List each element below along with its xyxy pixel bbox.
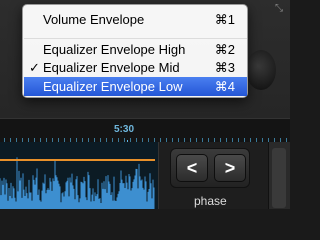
menu-item-eq-high[interactable]: Equalizer Envelope High ⌘2	[24, 40, 247, 59]
previous-button[interactable]: <	[176, 154, 208, 182]
menu-separator	[24, 38, 247, 39]
knob-control[interactable]	[246, 50, 276, 90]
menu-item-eq-mid[interactable]: ✓ Equalizer Envelope Mid ⌘3	[24, 58, 247, 77]
envelope-line[interactable]	[0, 159, 155, 161]
waveform-display[interactable]	[0, 142, 158, 209]
menu-item-label: Volume Envelope	[43, 12, 145, 27]
check-icon: ✓	[29, 60, 40, 75]
resize-icon[interactable]: ⤡	[273, 3, 285, 15]
menu-item-shortcut: ⌘3	[214, 60, 235, 75]
menu-item-shortcut: ⌘1	[214, 12, 235, 27]
menu-item-shortcut: ⌘2	[214, 42, 235, 57]
envelope-menu: Volume Envelope ⌘1 Equalizer Envelope Hi…	[22, 4, 248, 98]
timeline-time-label: 5:30	[114, 124, 135, 135]
next-button[interactable]: >	[214, 154, 246, 182]
menu-item-label: Equalizer Envelope Mid	[43, 60, 180, 75]
menu-item-eq-low[interactable]: Equalizer Envelope Low ⌘4	[24, 77, 247, 96]
menu-item-volume-envelope[interactable]: Volume Envelope ⌘1	[24, 10, 247, 29]
phase-label: phase	[194, 194, 227, 208]
menu-item-label: Equalizer Envelope Low	[43, 79, 183, 94]
menu-item-shortcut: ⌘4	[214, 79, 235, 94]
waveform-graphic	[0, 157, 155, 209]
menu-item-label: Equalizer Envelope High	[43, 42, 186, 57]
right-strip-control[interactable]	[272, 148, 286, 208]
